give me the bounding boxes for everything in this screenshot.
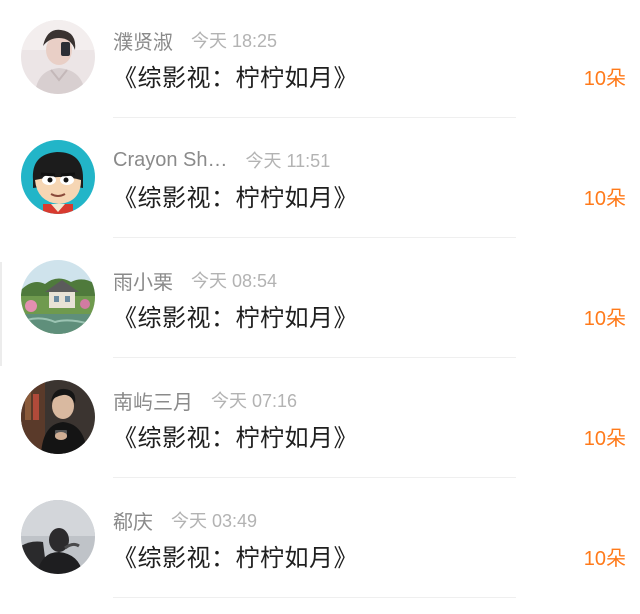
list-item[interactable]: 雨小栗 今天 08:54 《综影视：柠柠如月》 10朵 — [0, 240, 640, 360]
user-name[interactable]: 南屿三月 — [113, 386, 193, 415]
divider — [113, 477, 516, 478]
item-meta: 濮贤淑 今天 18:25 — [113, 26, 277, 54]
person-silhouette-avatar-icon — [21, 500, 95, 574]
gift-count: 10朵 — [583, 188, 626, 210]
cartoon-boy-avatar-icon — [21, 140, 95, 214]
gift-count: 10朵 — [583, 548, 626, 570]
timestamp: 今天 18:25 — [191, 31, 278, 51]
user-name[interactable]: 雨小栗 — [113, 266, 173, 295]
avatar[interactable] — [21, 500, 95, 574]
divider — [113, 237, 516, 238]
user-name[interactable]: 濮贤淑 — [113, 26, 173, 55]
user-name[interactable]: 郗庆 — [113, 506, 153, 535]
item-meta: Crayon Sh… 今天 11:51 — [113, 146, 330, 174]
divider — [113, 117, 516, 118]
divider — [113, 357, 516, 358]
avatar[interactable] — [21, 380, 95, 454]
item-meta: 郗庆 今天 03:49 — [113, 506, 257, 534]
timestamp: 今天 07:16 — [211, 391, 298, 411]
person-photo-avatar-icon — [21, 380, 95, 454]
item-meta: 雨小栗 今天 08:54 — [113, 266, 277, 294]
divider — [113, 597, 516, 598]
message-text: 《综影视：柠柠如月》 — [113, 425, 358, 452]
gift-count: 10朵 — [583, 428, 626, 450]
item-meta: 南屿三月 今天 07:16 — [113, 386, 297, 414]
avatar[interactable] — [21, 20, 95, 94]
user-name[interactable]: Crayon Sh… — [113, 149, 228, 172]
person-photo-avatar-icon — [21, 20, 95, 94]
gift-count: 10朵 — [583, 308, 626, 330]
landscape-house-avatar-icon — [21, 260, 95, 334]
list-item[interactable]: 濮贤淑 今天 18:25 《综影视：柠柠如月》 10朵 — [0, 0, 640, 120]
gift-count: 10朵 — [583, 68, 626, 90]
timestamp: 今天 11:51 — [245, 151, 331, 171]
message-text: 《综影视：柠柠如月》 — [113, 305, 358, 332]
list-item[interactable]: 南屿三月 今天 07:16 《综影视：柠柠如月》 10朵 — [0, 360, 640, 480]
message-text: 《综影视：柠柠如月》 — [113, 65, 358, 92]
timestamp: 今天 03:49 — [171, 511, 258, 531]
message-text: 《综影视：柠柠如月》 — [113, 545, 358, 572]
avatar[interactable] — [21, 260, 95, 334]
message-text: 《综影视：柠柠如月》 — [113, 185, 358, 212]
avatar[interactable] — [21, 140, 95, 214]
list-item[interactable]: Crayon Sh… 今天 11:51 《综影视：柠柠如月》 10朵 — [0, 120, 640, 240]
list-item[interactable]: 郗庆 今天 03:49 《综影视：柠柠如月》 10朵 — [0, 480, 640, 600]
timestamp: 今天 08:54 — [191, 271, 278, 291]
gift-list: 濮贤淑 今天 18:25 《综影视：柠柠如月》 10朵 Crayon Sh… 今… — [0, 0, 640, 600]
